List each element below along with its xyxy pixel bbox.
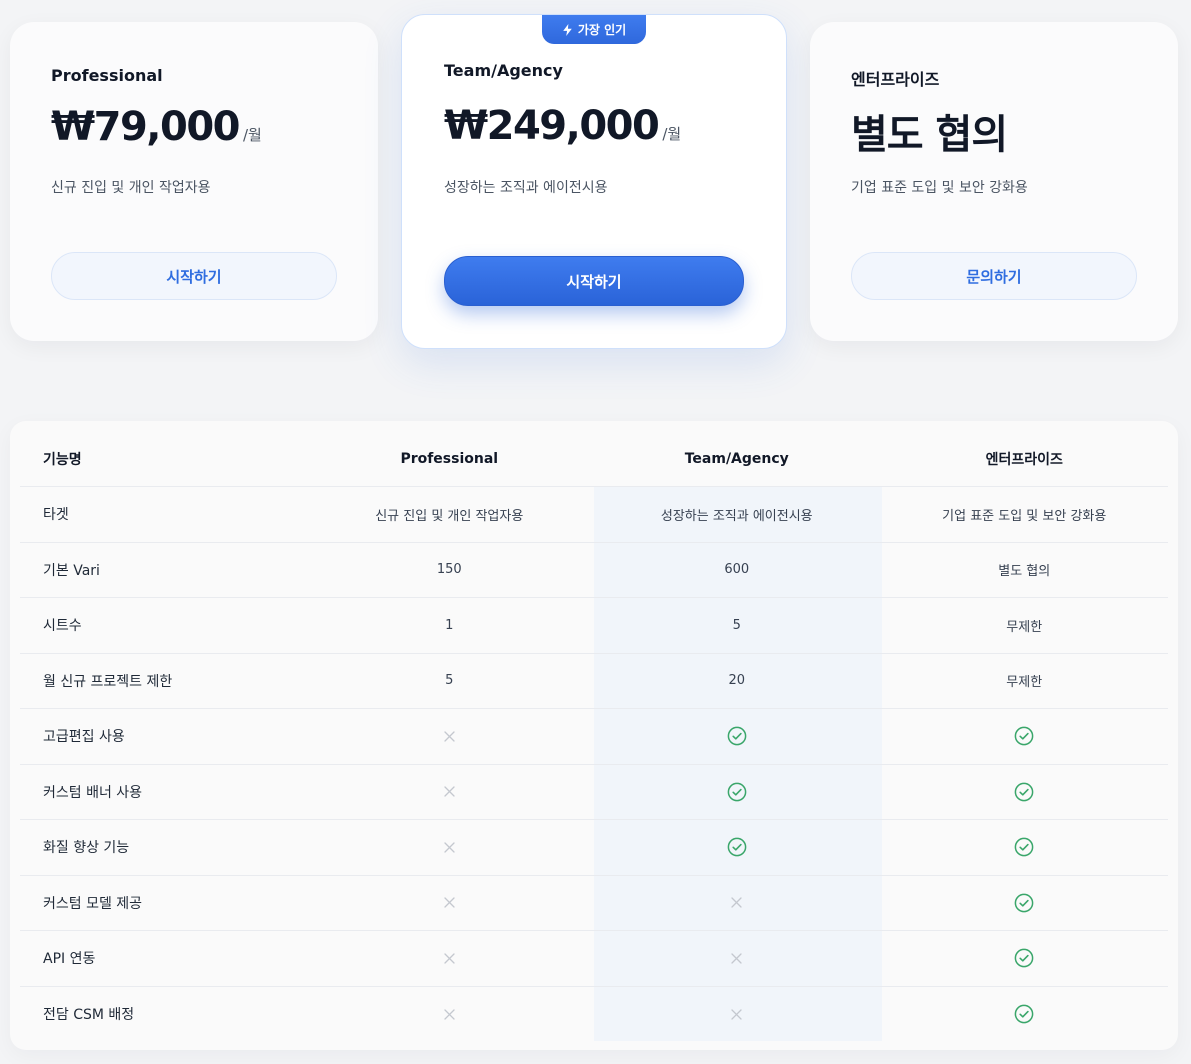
plan-description: 성장하는 조직과 에이전시용 bbox=[444, 180, 608, 196]
plan-price: ₩79,000 bbox=[51, 104, 240, 150]
plan-price: ₩249,000 bbox=[444, 103, 660, 149]
plan-name: 엔터프라이즈 bbox=[851, 70, 940, 89]
cell-enterprise bbox=[881, 931, 1168, 986]
most-popular-badge: 가장 인기 bbox=[542, 15, 646, 44]
cell-team-agency bbox=[593, 987, 880, 1043]
table-row: 전담 CSM 배정 bbox=[20, 987, 1168, 1043]
check-circle-icon bbox=[1014, 726, 1034, 746]
cell-enterprise bbox=[881, 876, 1168, 931]
plan-description: 기업 표준 도입 및 보안 강화용 bbox=[851, 180, 1028, 196]
cell-professional bbox=[306, 820, 593, 875]
feature-name: 월 신규 프로젝트 제한 bbox=[43, 673, 173, 690]
cell-professional bbox=[306, 709, 593, 764]
lightning-icon bbox=[563, 23, 572, 36]
cell-professional: 5 bbox=[445, 673, 454, 689]
check-circle-icon bbox=[1014, 893, 1034, 913]
table-row: 고급편집 사용 bbox=[20, 709, 1168, 765]
cell-enterprise: 무제한 bbox=[1006, 619, 1043, 635]
plan-period: /월 bbox=[662, 125, 682, 143]
cell-enterprise bbox=[881, 765, 1168, 820]
table-row: 기본 Vari 150 600 별도 협의 bbox=[20, 543, 1168, 598]
price-row: ₩79,000 /월 bbox=[51, 104, 262, 150]
plan-card-team-agency: 가장 인기 Team/Agency ₩249,000 /월 성장하는 조직과 에… bbox=[401, 14, 787, 349]
plan-card-professional: Professional ₩79,000 /월 신규 진입 및 개인 작업자용 … bbox=[10, 22, 378, 341]
check-circle-icon bbox=[1014, 782, 1034, 802]
cell-team-agency bbox=[593, 709, 880, 764]
feature-name: 커스텀 배너 사용 bbox=[43, 784, 143, 801]
cell-team-agency: 600 bbox=[724, 562, 750, 578]
table-row: API 연동 bbox=[20, 931, 1168, 987]
feature-name: 커스텀 모델 제공 bbox=[43, 895, 143, 912]
cell-enterprise bbox=[881, 987, 1168, 1043]
plan-name: Professional bbox=[51, 66, 163, 85]
table-header-row: 기능명 Professional Team/Agency 엔터프라이즈 bbox=[20, 431, 1168, 487]
x-icon bbox=[444, 953, 455, 964]
cell-enterprise: 기업 표준 도입 및 보안 강화용 bbox=[942, 508, 1107, 524]
cell-professional: 150 bbox=[436, 562, 462, 578]
cell-enterprise bbox=[881, 820, 1168, 875]
x-icon bbox=[731, 897, 742, 908]
cell-enterprise: 무제한 bbox=[1006, 675, 1043, 691]
header-enterprise: 엔터프라이즈 bbox=[985, 451, 1063, 468]
check-circle-icon bbox=[727, 782, 747, 802]
table-row: 시트수 1 5 무제한 bbox=[20, 598, 1168, 654]
header-feature: 기능명 bbox=[43, 451, 82, 468]
table-row: 커스텀 배너 사용 bbox=[20, 765, 1168, 820]
price-row: ₩249,000 /월 bbox=[444, 103, 681, 149]
x-icon bbox=[444, 842, 455, 853]
cell-team-agency bbox=[593, 820, 880, 875]
cell-team-agency: 성장하는 조직과 에이전시용 bbox=[660, 508, 813, 524]
cell-professional: 신규 진입 및 개인 작업자용 bbox=[375, 508, 524, 524]
check-circle-icon bbox=[1014, 1004, 1034, 1024]
cell-enterprise: 별도 협의 bbox=[998, 564, 1051, 580]
cell-professional: 1 bbox=[445, 617, 454, 633]
feature-name: 시트수 bbox=[43, 618, 82, 635]
header-team-agency: Team/Agency bbox=[684, 450, 789, 467]
x-icon bbox=[444, 786, 455, 797]
feature-name: 전담 CSM 배정 bbox=[43, 1007, 135, 1024]
cell-professional bbox=[306, 987, 593, 1043]
feature-name: 고급편집 사용 bbox=[43, 729, 125, 746]
x-icon bbox=[731, 1009, 742, 1020]
feature-name: 화질 향상 기능 bbox=[43, 840, 130, 857]
check-circle-icon bbox=[1014, 948, 1034, 968]
cell-team-agency bbox=[593, 931, 880, 986]
plan-name: Team/Agency bbox=[444, 61, 563, 80]
check-circle-icon bbox=[727, 837, 747, 857]
table-row: 월 신규 프로젝트 제한 5 20 무제한 bbox=[20, 654, 1168, 709]
table-row: 화질 향상 기능 bbox=[20, 820, 1168, 876]
x-icon bbox=[444, 1009, 455, 1020]
start-button-professional[interactable]: 시작하기 bbox=[51, 252, 337, 300]
table-row: 타겟 신규 진입 및 개인 작업자용 성장하는 조직과 에이전시용 기업 표준 도입 … bbox=[20, 487, 1168, 543]
table-row: 커스텀 모델 제공 bbox=[20, 876, 1168, 931]
cell-team-agency: 20 bbox=[728, 673, 746, 689]
x-icon bbox=[731, 953, 742, 964]
cell-team-agency bbox=[593, 876, 880, 931]
cell-enterprise bbox=[881, 709, 1168, 764]
cell-professional bbox=[306, 876, 593, 931]
cell-team-agency bbox=[593, 765, 880, 820]
feature-name: 타겟 bbox=[43, 507, 69, 524]
plan-period: /월 bbox=[242, 126, 262, 144]
check-circle-icon bbox=[727, 726, 747, 746]
plan-price: 별도 협의 bbox=[851, 112, 1008, 158]
cell-team-agency: 5 bbox=[732, 617, 741, 633]
cell-professional bbox=[306, 765, 593, 820]
start-button-team-agency[interactable]: 시작하기 bbox=[444, 256, 744, 306]
feature-comparison-table: 기능명 Professional Team/Agency 엔터프라이즈 타겟 신규… bbox=[10, 421, 1178, 1050]
contact-button-enterprise[interactable]: 문의하기 bbox=[851, 252, 1137, 300]
header-professional: Professional bbox=[400, 450, 499, 467]
plan-card-enterprise: 엔터프라이즈 별도 협의 기업 표준 도입 및 보안 강화용 문의하기 bbox=[810, 22, 1178, 341]
pricing-page: Professional ₩79,000 /월 신규 진입 및 개인 작업자용 … bbox=[0, 0, 1191, 1064]
feature-name: 기본 Vari bbox=[43, 562, 100, 579]
x-icon bbox=[444, 731, 455, 742]
plan-description: 신규 진입 및 개인 작업자용 bbox=[51, 180, 211, 196]
x-icon bbox=[444, 897, 455, 908]
check-circle-icon bbox=[1014, 837, 1034, 857]
cell-professional bbox=[306, 931, 593, 986]
badge-label: 가장 인기 bbox=[577, 23, 627, 37]
feature-name: API 연동 bbox=[43, 951, 96, 968]
